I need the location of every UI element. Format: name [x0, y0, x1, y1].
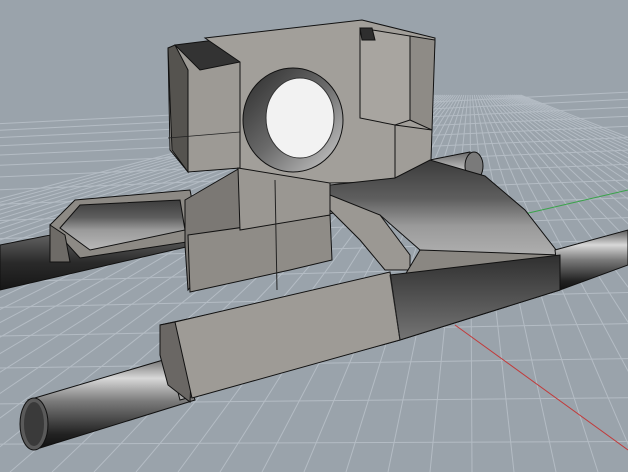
- cad-viewport[interactable]: [0, 0, 628, 472]
- viewport-canvas[interactable]: [0, 0, 628, 472]
